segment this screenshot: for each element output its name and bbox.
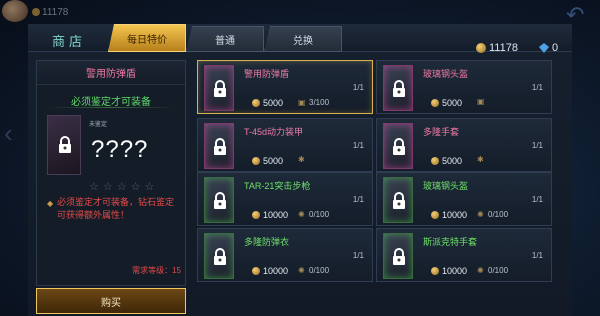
divider	[47, 107, 175, 108]
back-arrow-icon[interactable]: ↶	[566, 4, 594, 26]
item-name: 斯派克特手套	[423, 237, 478, 247]
item-count: 1/1	[352, 83, 364, 92]
shop-item-card[interactable]: 多隆手套 1/1 5000 ✱	[376, 118, 552, 172]
gear-icon: ✺	[298, 209, 305, 219]
item-thumbnail	[204, 177, 234, 223]
item-thumbnail	[383, 65, 413, 111]
lock-icon	[393, 192, 405, 209]
item-stock: ✱	[298, 156, 309, 164]
coin-icon	[252, 157, 260, 165]
star-icon: ✱	[298, 155, 305, 164]
required-level: 需求等级：15	[132, 266, 181, 275]
item-stock: ▣ 3/100	[298, 97, 330, 107]
detail-warning: 必须鉴定才可装备，钻石鉴定可获得额外属性！	[57, 197, 175, 220]
item-name: TAR-21突击步枪	[244, 181, 311, 191]
item-thumbnail	[204, 123, 234, 169]
tab-daily-special[interactable]: 每日特价	[108, 24, 186, 52]
shop-item-card[interactable]: 斯派克特手套 1/1 10000 ✺ 0/100	[376, 228, 552, 282]
shop-item-card[interactable]: 玻璃钢头盔 1/1 10000 ✺ 0/100	[376, 172, 552, 226]
shop-item-card[interactable]: 警用防弹盾 1/1 5000 ▣ 3/100	[197, 60, 373, 114]
item-count: 1/1	[531, 141, 543, 150]
item-count: 1/1	[352, 141, 364, 150]
hidden-stats: ????	[91, 136, 149, 163]
star-rating: ☆☆☆☆☆	[89, 181, 159, 193]
item-price: 10000	[252, 266, 288, 276]
tag-icon: ▣	[477, 97, 485, 106]
item-stock: ✱	[477, 156, 488, 164]
item-price: 10000	[431, 210, 467, 220]
item-stock: ▣	[477, 98, 488, 106]
item-name: T-45d动力装甲	[244, 127, 304, 137]
item-price: 5000	[252, 98, 283, 108]
item-stock: ✺ 0/100	[477, 209, 509, 219]
lock-icon	[393, 248, 405, 265]
item-thumbnail	[383, 233, 413, 279]
item-name: 玻璃钢头盔	[423, 181, 469, 191]
shop-item-card[interactable]: 多隆防弹衣 1/1 10000 ✺ 0/100	[197, 228, 373, 282]
lock-icon	[214, 192, 226, 209]
shop-item-card[interactable]: TAR-21突击步枪 1/1 10000 ✺ 0/100	[197, 172, 373, 226]
gold-balance: 11178	[476, 42, 518, 54]
item-count: 1/1	[531, 251, 543, 260]
item-stock: ✺ 0/100	[298, 209, 330, 219]
item-price: 10000	[431, 266, 467, 276]
item-stock: ✺ 0/100	[477, 265, 509, 275]
gear-icon: ✺	[298, 265, 305, 275]
item-name: 多隆手套	[423, 127, 460, 137]
coin-icon	[252, 267, 260, 275]
detail-item-name: 警用防弹盾	[37, 61, 185, 85]
lock-icon	[59, 136, 71, 153]
item-thumbnail	[383, 177, 413, 223]
item-price: 5000	[252, 156, 283, 166]
left-arrow-icon[interactable]: ‹	[4, 118, 13, 149]
gear-icon: ✺	[477, 265, 484, 275]
buy-button[interactable]: 购买	[36, 288, 186, 314]
item-name: 多隆防弹衣	[244, 237, 290, 247]
coin-icon	[252, 99, 260, 107]
lock-icon	[393, 138, 405, 155]
item-price: 10000	[252, 210, 288, 220]
item-stock: ✺ 0/100	[298, 265, 330, 275]
item-price: 5000	[431, 156, 462, 166]
tab-exchange[interactable]: 兑换	[264, 26, 342, 52]
warning-bullet-icon: ◆	[47, 199, 54, 208]
lock-icon	[393, 80, 405, 97]
item-count: 1/1	[352, 195, 364, 204]
coin-icon	[431, 267, 439, 275]
player-avatar	[2, 0, 28, 22]
item-count: 1/1	[531, 83, 543, 92]
detail-item-icon	[47, 115, 81, 175]
tag-icon: ▣	[298, 97, 306, 107]
coin-icon	[431, 99, 439, 107]
item-name: 警用防弹盾	[244, 69, 290, 79]
coin-icon	[431, 211, 439, 219]
lock-icon	[214, 138, 226, 155]
lock-icon	[214, 248, 226, 265]
item-thumbnail	[204, 65, 234, 111]
coin-icon	[431, 157, 439, 165]
page-title: 商店	[52, 34, 87, 49]
coin-icon	[252, 211, 260, 219]
coin-icon	[32, 8, 40, 16]
lock-icon	[214, 80, 226, 97]
item-count: 1/1	[531, 195, 543, 204]
star-icon: ✱	[477, 155, 484, 164]
top-coin-counter: 11178	[32, 7, 68, 18]
item-name: 玻璃钢头盔	[423, 69, 469, 79]
shop-item-card[interactable]: T-45d动力装甲 1/1 5000 ✱	[197, 118, 373, 172]
detail-requirement: 必须鉴定才可装备	[71, 97, 151, 108]
unappraised-label: 未鉴定	[89, 122, 108, 128]
item-price: 5000	[431, 98, 462, 108]
gem-balance: 0	[539, 42, 558, 54]
item-thumbnail	[383, 123, 413, 169]
tab-normal[interactable]: 普通	[186, 26, 264, 52]
gear-icon: ✺	[477, 209, 484, 219]
shop-item-card[interactable]: 玻璃钢头盔 1/1 5000 ▣	[376, 60, 552, 114]
item-count: 1/1	[352, 251, 364, 260]
item-detail-panel: 警用防弹盾 必须鉴定才可装备 未鉴定 ???? ☆☆☆☆☆ ◆ 必须鉴定才可装备…	[36, 60, 186, 286]
gem-icon	[539, 43, 549, 53]
item-thumbnail	[204, 233, 234, 279]
coin-icon	[476, 43, 486, 53]
game-screen: 11178 ↶ ‹ 商店 每日特价 普通 兑换 11178 0 警用防弹盾 必须…	[0, 0, 600, 316]
